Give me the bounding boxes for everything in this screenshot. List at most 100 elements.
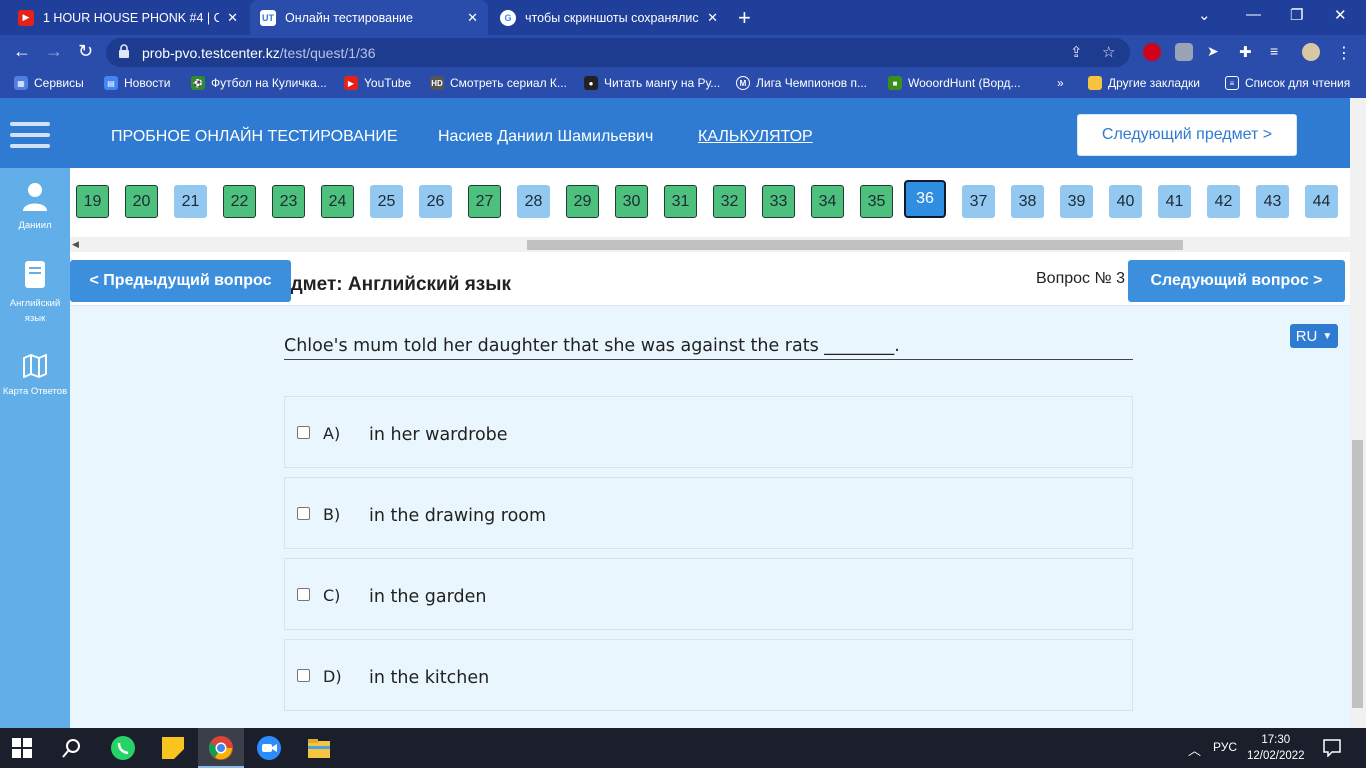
question-number-31[interactable]: 31 — [664, 185, 697, 218]
question-number-27[interactable]: 27 — [468, 185, 501, 218]
windows-start-icon[interactable] — [12, 738, 32, 758]
bookmark-football[interactable]: ⚽ Футбол на Куличка... — [191, 76, 327, 90]
language-select[interactable]: RU ▼ — [1290, 324, 1338, 348]
question-number-40[interactable]: 40 — [1109, 185, 1142, 218]
close-tab-icon[interactable]: ✕ — [467, 10, 478, 26]
sidebar-item-answer-map[interactable]: Карта Ответов — [0, 354, 70, 399]
notifications-icon[interactable] — [1323, 739, 1341, 757]
sticky-notes-icon[interactable] — [160, 735, 186, 761]
question-number-43[interactable]: 43 — [1256, 185, 1289, 218]
bookmark-other[interactable]: Другие закладки — [1088, 76, 1200, 90]
question-number-23[interactable]: 23 — [272, 185, 305, 218]
reload-icon[interactable]: ↻ — [78, 41, 93, 62]
question-number-42[interactable]: 42 — [1207, 185, 1240, 218]
bookmark-manga[interactable]: ● Читать мангу на Ру... — [584, 76, 720, 90]
forward-icon[interactable]: → — [45, 41, 63, 62]
question-number-37[interactable]: 37 — [962, 185, 995, 218]
bookmark-label: Сервисы — [34, 76, 84, 90]
sidebar-item-subject[interactable]: Английский язык — [0, 260, 70, 326]
adblock-icon[interactable] — [1143, 43, 1161, 61]
new-tab-button[interactable]: + — [738, 5, 751, 31]
question-number-33[interactable]: 33 — [762, 185, 795, 218]
answer-checkbox[interactable] — [297, 588, 310, 601]
input-language-indicator[interactable]: РУС — [1213, 740, 1237, 754]
answer-checkbox[interactable] — [297, 426, 310, 439]
question-number-34[interactable]: 34 — [811, 185, 844, 218]
minimize-icon[interactable]: — — [1246, 6, 1261, 23]
next-question-button[interactable]: Следующий вопрос > — [1128, 260, 1345, 302]
puzzle-icon[interactable]: ✚ — [1239, 43, 1257, 61]
question-number-19[interactable]: 19 — [76, 185, 109, 218]
question-number-28[interactable]: 28 — [517, 185, 550, 218]
bookmark-serial[interactable]: HD Смотреть сериал К... — [430, 76, 567, 90]
browser-tab-google[interactable]: G чтобы скриншоты сохранялись ✕ — [490, 0, 728, 35]
close-window-icon[interactable]: ✕ — [1334, 6, 1347, 24]
share-icon[interactable]: ⇪ — [1070, 43, 1083, 61]
vertical-scrollbar[interactable] — [1350, 98, 1366, 728]
previous-question-button[interactable]: < Предыдущий вопрос — [70, 260, 291, 302]
question-number-39[interactable]: 39 — [1060, 185, 1093, 218]
question-number-35[interactable]: 35 — [860, 185, 893, 218]
question-number-32[interactable]: 32 — [713, 185, 746, 218]
question-number-36[interactable]: 36 — [904, 180, 946, 218]
profile-avatar[interactable] — [1302, 43, 1320, 61]
chrome-icon[interactable] — [208, 735, 234, 761]
tab-search-icon[interactable]: ⌄ — [1198, 6, 1211, 24]
question-number-29[interactable]: 29 — [566, 185, 599, 218]
back-icon[interactable]: ← — [13, 41, 31, 62]
bookmark-champions[interactable]: M Лига Чемпионов п... — [736, 76, 867, 90]
question-number-25[interactable]: 25 — [370, 185, 403, 218]
bookmark-services[interactable]: ▦ Сервисы — [14, 76, 84, 90]
answer-option-d[interactable]: D) in the kitchen — [284, 639, 1133, 711]
url-input[interactable]: prob-pvo.testcenter.kz/test/quest/1/36 ⇪… — [106, 38, 1130, 67]
zoom-icon[interactable] — [256, 735, 282, 761]
question-number-24[interactable]: 24 — [321, 185, 354, 218]
answer-option-c[interactable]: C) in the garden — [284, 558, 1133, 630]
search-icon[interactable] — [62, 738, 82, 758]
vertical-scrollbar-thumb[interactable] — [1352, 440, 1363, 708]
scroll-left-arrow-icon[interactable]: ◀ — [72, 239, 79, 250]
question-number-22[interactable]: 22 — [223, 185, 256, 218]
bookmark-wooordhunt[interactable]: ■ WooordHunt (Ворд... — [888, 76, 1021, 90]
bookmark-news[interactable]: ▤ Новости — [104, 76, 170, 90]
question-number-44[interactable]: 44 — [1305, 185, 1338, 218]
answer-option-a[interactable]: A) in her wardrobe — [284, 396, 1133, 468]
bookmark-youtube[interactable]: ▶ YouTube — [344, 76, 411, 90]
scrollbar-thumb[interactable] — [527, 240, 1183, 250]
question-number-38[interactable]: 38 — [1011, 185, 1044, 218]
question-number-20[interactable]: 20 — [125, 185, 158, 218]
question-number-30[interactable]: 30 — [615, 185, 648, 218]
bookmark-star-icon[interactable]: ☆ — [1102, 43, 1115, 61]
next-subject-button[interactable]: Следующий предмет > — [1077, 114, 1297, 156]
cursor-extension-icon[interactable]: ➤ — [1207, 43, 1225, 61]
browser-tab-youtube[interactable]: ▶ 1 HOUR HOUSE PHONK #4 | Сбо ✕ — [8, 0, 248, 35]
question-number-41[interactable]: 41 — [1158, 185, 1191, 218]
question-number-21[interactable]: 21 — [174, 185, 207, 218]
hamburger-menu-icon[interactable] — [10, 122, 50, 148]
browser-tab-testing[interactable]: UT Онлайн тестирование ✕ — [250, 0, 488, 35]
sidebar-item-user[interactable]: Даниил — [0, 182, 70, 233]
question-number-26[interactable]: 26 — [419, 185, 452, 218]
header-title[interactable]: ПРОБНОЕ ОНЛАЙН ТЕСТИРОВАНИЕ — [111, 128, 398, 146]
close-tab-icon[interactable]: ✕ — [707, 10, 718, 26]
system-clock[interactable]: 17:30 12/02/2022 — [1247, 732, 1305, 764]
restore-icon[interactable]: ❐ — [1290, 6, 1303, 24]
extension-icon[interactable] — [1175, 43, 1193, 61]
menu-dots-icon[interactable]: ⋮ — [1336, 43, 1354, 62]
answer-checkbox[interactable] — [297, 669, 310, 682]
answer-option-b[interactable]: B) in the drawing room — [284, 477, 1133, 549]
bookmark-reading-list[interactable]: ≡ Список для чтения — [1225, 76, 1350, 90]
file-explorer-icon[interactable] — [306, 735, 332, 761]
option-text: in the drawing room — [369, 506, 547, 526]
bookmark-label: Другие закладки — [1108, 76, 1200, 90]
close-tab-icon[interactable]: ✕ — [227, 10, 238, 26]
bookmarks-overflow-button[interactable]: » — [1057, 76, 1064, 90]
calculator-link[interactable]: КАЛЬКУЛЯТОР — [698, 128, 813, 146]
tray-chevron-up-icon[interactable]: ︿ — [1188, 740, 1201, 759]
answer-checkbox[interactable] — [297, 507, 310, 520]
address-bar-row: ← → ↻ prob-pvo.testcenter.kz/test/quest/… — [0, 35, 1366, 70]
horizontal-scrollbar[interactable]: ◀ ▶ — [70, 237, 1366, 252]
whatsapp-icon[interactable] — [110, 735, 136, 761]
media-control-icon[interactable]: ≡ — [1270, 43, 1288, 61]
news-icon: ▤ — [104, 76, 118, 90]
